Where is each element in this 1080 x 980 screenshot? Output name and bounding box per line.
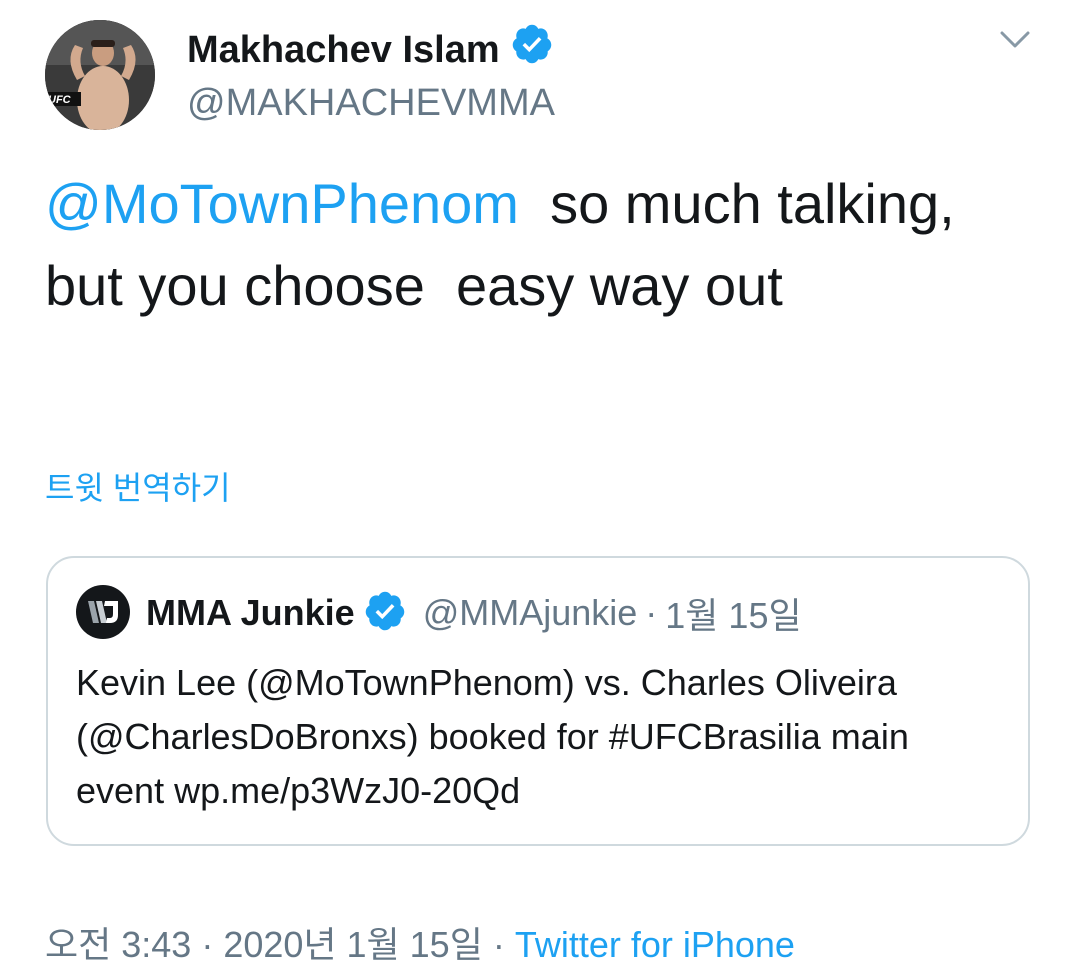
avatar-ufc-logo: UFC <box>48 94 72 106</box>
tweet-time: 오전 3:43 <box>45 924 192 965</box>
tweet-footer: 오전 3:43 · 2020년 1월 15일 · Twitter for iPh… <box>45 920 795 970</box>
tweet-date: 2020년 1월 15일 <box>223 924 483 965</box>
verified-badge-icon <box>363 589 407 638</box>
chevron-down-icon <box>999 30 1031 55</box>
quoted-author-avatar <box>76 585 130 639</box>
tweet-text: @MoTownPhenom so much talking, but you c… <box>45 163 1035 327</box>
translate-tweet-link[interactable]: 트윗 번역하기 <box>45 466 231 510</box>
quoted-tweet-card[interactable]: MMA Junkie @MMAjunkie · 1월 15일 Kevin Lee… <box>46 556 1030 846</box>
tweet-mention-link[interactable]: @MoTownPhenom <box>45 172 519 235</box>
author-avatar[interactable]: UFC <box>45 20 155 130</box>
tweet-source-link[interactable]: Twitter for iPhone <box>515 924 795 965</box>
tweet-menu-button[interactable] <box>995 22 1035 62</box>
author-handle[interactable]: @MAKHACHEVMMA <box>187 80 555 126</box>
author-display-name[interactable]: Makhachev Islam <box>187 27 500 73</box>
mma-junkie-logo-icon <box>88 601 118 623</box>
quoted-handle: @MMAjunkie <box>422 592 638 633</box>
verified-badge-icon <box>510 22 554 77</box>
quoted-tweet-text: Kevin Lee (@MoTownPhenom) vs. Charles Ol… <box>76 662 919 811</box>
quoted-tweet-header: MMA Junkie @MMAjunkie · 1월 15일 <box>146 590 802 636</box>
author-name-row[interactable]: Makhachev Islam <box>187 22 554 77</box>
quoted-display-name: MMA Junkie <box>146 592 355 633</box>
quoted-separator: · <box>645 592 658 633</box>
quoted-date: 1월 15일 <box>665 595 802 636</box>
footer-separator: · <box>191 924 224 965</box>
footer-separator: · <box>482 924 515 965</box>
